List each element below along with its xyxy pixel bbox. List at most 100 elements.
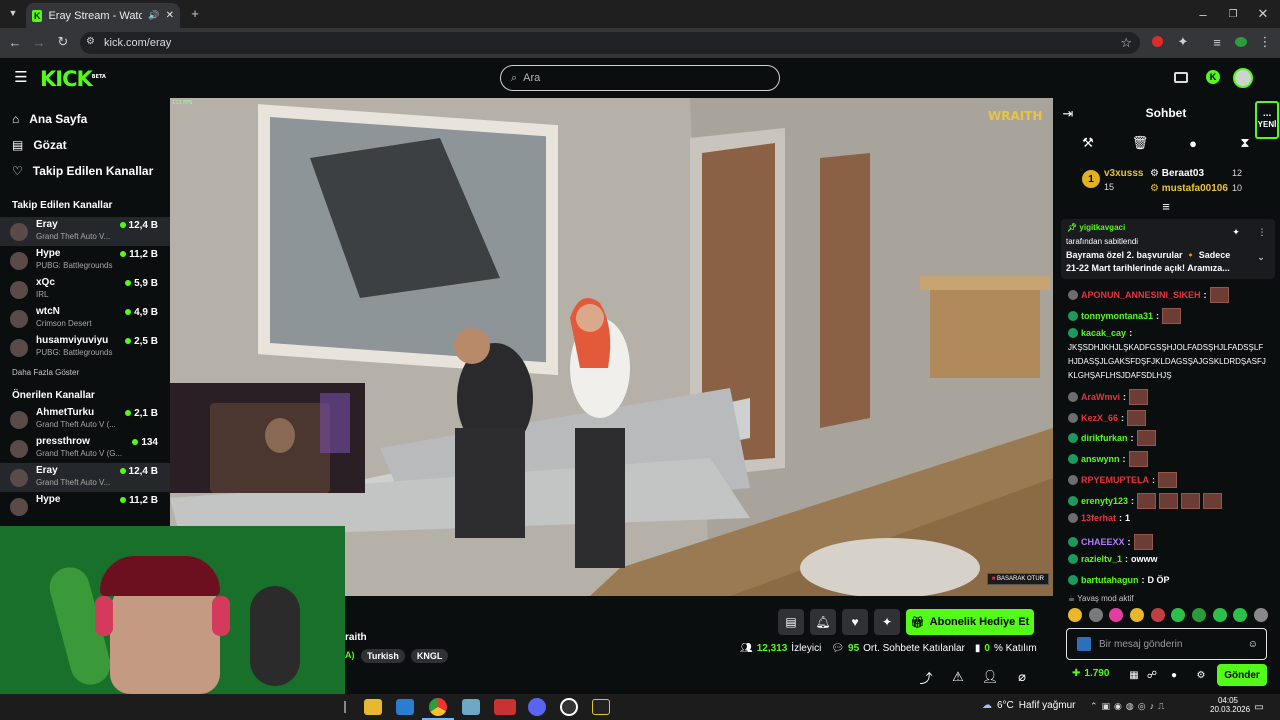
hourglass-icon[interactable]: ⧗ — [1239, 135, 1251, 150]
leaderboard-user-3-wrap[interactable]: ⚙ mustafa00106 — [1150, 183, 1228, 194]
chat-message[interactable]: answynn: — [1068, 451, 1148, 467]
file-explorer-icon[interactable] — [364, 699, 382, 715]
emote-icon[interactable] — [1191, 608, 1206, 622]
tag-kngl[interactable]: KNGL — [410, 649, 449, 663]
chat-username[interactable]: KezX_66 — [1081, 413, 1118, 423]
voicemeeter-icon[interactable] — [494, 699, 516, 715]
browser-tab[interactable]: K Eray Stream - Watch Live o 🔊 ✕ — [26, 3, 180, 28]
browser-menu-icon[interactable]: ⋮ — [1259, 34, 1272, 49]
chat-username[interactable]: kacak_cay — [1081, 328, 1126, 338]
reload-icon[interactable]: ↻ — [56, 34, 70, 49]
pinned-more-icon[interactable]: ⋮ — [1257, 227, 1267, 237]
window-close-icon[interactable]: ✕ — [1256, 6, 1270, 21]
back-icon[interactable]: ← — [8, 35, 22, 50]
gift-icon[interactable] — [1174, 72, 1188, 83]
stream-category[interactable]: A) — [345, 650, 355, 660]
restore-icon[interactable]: ❐ — [1226, 7, 1240, 21]
expand-leaderboard-icon[interactable]: ≡ — [1160, 199, 1172, 214]
emote-icon[interactable] — [1253, 608, 1268, 622]
audio-icon[interactable]: 🔊 — [148, 10, 159, 21]
forward-icon[interactable]: → — [32, 35, 46, 50]
kick-logo[interactable]: KICKBETA — [40, 67, 106, 91]
bookmark-star-icon[interactable]: ☆ — [1120, 35, 1132, 51]
channel-item[interactable]: wtcN Crimson Desert 4,9 B — [0, 304, 170, 333]
chrome-icon[interactable] — [429, 698, 447, 716]
kick-coin-icon[interactable]: K — [1206, 70, 1220, 84]
chat-username[interactable]: CHAEEXX — [1081, 537, 1125, 547]
chat-message[interactable]: erenyty123: — [1068, 493, 1223, 509]
tab-close-icon[interactable]: ✕ — [166, 10, 174, 21]
pinned-expand-icon[interactable]: ⌄ — [1255, 251, 1267, 263]
smiley-icon[interactable]: ☺ — [1248, 639, 1258, 650]
emote-icon[interactable] — [1171, 608, 1186, 622]
chat-message[interactable]: razieltv_1: owww — [1068, 554, 1158, 564]
emote-icon[interactable] — [1109, 608, 1124, 622]
emote-icon[interactable] — [1212, 608, 1227, 622]
extension-record-icon[interactable] — [1152, 36, 1163, 47]
chat-settings-bubble-icon[interactable]: ● — [1168, 669, 1180, 681]
chat-username[interactable]: bartutahagun — [1081, 575, 1139, 585]
channel-item[interactable]: Eray Grand Theft Auto V... 12,4 B — [0, 217, 170, 246]
chat-message[interactable]: KezX_66: — [1068, 410, 1147, 426]
channel-item[interactable]: husamviyuviyu PUBG: Battlegrounds 2,5 B — [0, 333, 170, 362]
hamburger-menu-icon[interactable]: ☰ — [14, 69, 28, 86]
chat-message[interactable]: 13ferhat:1 — [1068, 513, 1130, 523]
chat-message[interactable]: RPYEMUPTELA: — [1068, 472, 1178, 488]
chat-message[interactable]: tonnymontana31: — [1068, 308, 1182, 324]
tag-turkish[interactable]: Turkish — [361, 649, 405, 663]
show-more-link[interactable]: Daha Fazla Göster — [0, 362, 170, 384]
emote-icon[interactable] — [1150, 608, 1165, 622]
chat-message[interactable]: bartutahagun: D ÖP — [1068, 575, 1170, 585]
chat-username[interactable]: APONUN_ANNESINI_SIKEH — [1081, 290, 1201, 300]
url-bar[interactable]: ⚙ kick.com/eray ☆ — [80, 32, 1140, 54]
chat-username[interactable]: answynn — [1081, 454, 1120, 464]
gear-icon[interactable]: ⚙ — [1195, 669, 1207, 681]
channel-item[interactable]: Hype PUBG: Battlegrounds 11,2 B — [0, 246, 170, 275]
notification-center-icon[interactable]: ▭ — [1252, 700, 1266, 714]
share-icon[interactable]: ⤴ — [919, 670, 933, 686]
emote-icon[interactable] — [1233, 608, 1248, 622]
profile-icon[interactable] — [1235, 37, 1247, 47]
nav-following[interactable]: ♡ Takip Edilen Kanallar — [12, 158, 170, 184]
collapse-chat-icon[interactable]: ⇥ — [1061, 106, 1075, 121]
chat-message[interactable]: kacak_cay: JKŞSDHJKHJLŞKADFGSŞHJOLFADSŞHJ… — [1068, 328, 1268, 383]
chat-username[interactable]: AraWmvi — [1081, 392, 1120, 402]
emote-icon[interactable] — [1088, 608, 1103, 622]
app-icon[interactable] — [462, 699, 480, 715]
weather-widget[interactable]: ☁ 6°C Hafif yağmur — [982, 700, 1075, 711]
user-avatar[interactable] — [1233, 68, 1253, 88]
chat-username[interactable]: tonnymontana31 — [1081, 311, 1153, 321]
store-icon[interactable]: ▦ — [1128, 669, 1140, 681]
report-icon[interactable]: ⚠ — [951, 669, 965, 684]
video-player[interactable]: WRAITH 153 FPS ■ BASARAK OTUR — [170, 98, 1053, 596]
media-icon[interactable]: ≡ — [1210, 35, 1224, 50]
leaderboard-user-2-wrap[interactable]: ⚙ Beraat03 — [1150, 168, 1204, 179]
chat-username[interactable]: dirikfurkan — [1081, 433, 1128, 443]
chat-username[interactable]: 13ferhat — [1081, 513, 1116, 523]
gift-sub-button[interactable]: 🎁︎ Abonelik Hediye Et — [906, 609, 1034, 635]
trash-icon[interactable]: 🗑︎ — [1132, 135, 1149, 150]
new-tab-icon[interactable]: + — [188, 6, 202, 21]
channel-item[interactable]: Hype 11,2 B — [0, 492, 170, 521]
system-tray-icons[interactable]: ⌃▣◉◍◎♪⎍ — [1090, 701, 1168, 712]
notification-button[interactable]: 🔔︎ — [810, 609, 836, 635]
channel-points[interactable]: ✚ 1.790 — [1072, 668, 1109, 679]
emote-picker-icon[interactable] — [1077, 637, 1091, 651]
channel-item[interactable]: xQc IRL 5,9 B — [0, 275, 170, 304]
clip-button[interactable]: ▤ — [778, 609, 804, 635]
discord-icon[interactable] — [528, 698, 546, 716]
send-button[interactable]: Gönder — [1217, 664, 1267, 686]
chat-message[interactable]: APONUN_ANNESINI_SIKEH: — [1068, 287, 1229, 303]
tab-list-icon[interactable]: ▼ — [6, 6, 20, 20]
chat-message[interactable]: AraWmvi: — [1068, 389, 1149, 405]
chat-username[interactable]: erenyty123 — [1081, 496, 1128, 506]
site-info-icon[interactable]: ⚙ — [86, 36, 95, 47]
users-icon[interactable]: 👤︎ — [982, 669, 999, 684]
follow-button[interactable]: ♥ — [842, 609, 868, 635]
clock[interactable]: 04:05 20.03.2026 — [1210, 696, 1250, 714]
boost-button[interactable]: ✦ — [874, 609, 900, 635]
obs-icon[interactable] — [560, 698, 578, 716]
search-input[interactable]: ⌕ Ara — [500, 65, 780, 91]
unpin-icon[interactable]: ✦ — [1231, 227, 1241, 237]
chat-options-button[interactable]: ⋯ YENİ — [1255, 101, 1279, 139]
